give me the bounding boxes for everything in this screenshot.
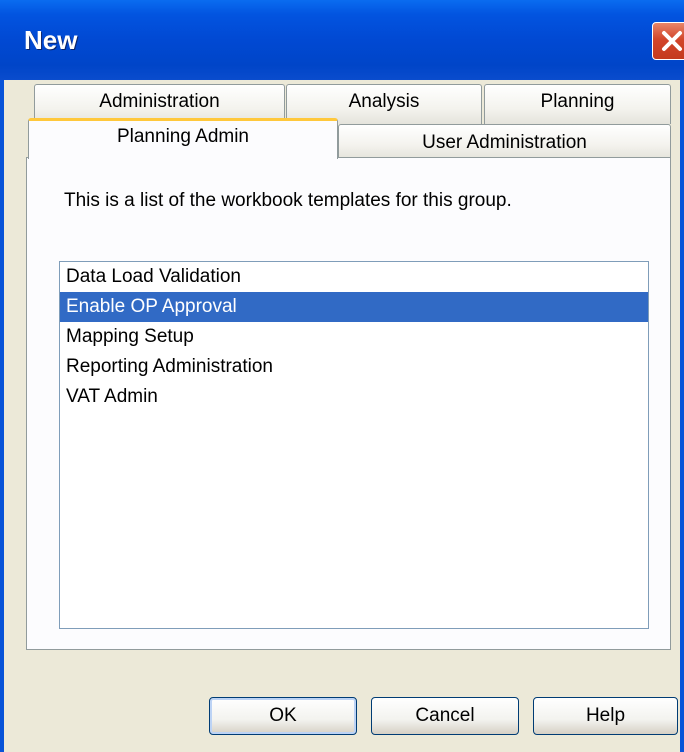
tab-label: Planning — [540, 91, 615, 112]
help-button[interactable]: Help — [533, 697, 678, 735]
close-button[interactable] — [652, 22, 684, 60]
title-bar: New — [0, 0, 684, 80]
template-list[interactable]: Data Load Validation Enable OP Approval … — [59, 261, 649, 629]
list-item[interactable]: Mapping Setup — [60, 322, 648, 352]
window-title: New — [24, 25, 78, 55]
list-item[interactable]: Data Load Validation — [60, 262, 648, 292]
tab-label: Administration — [99, 91, 220, 112]
tab-planning-admin[interactable]: Planning Admin — [28, 118, 338, 159]
list-item-selected[interactable]: Enable OP Approval — [60, 292, 648, 322]
cancel-button[interactable]: Cancel — [371, 697, 519, 735]
tab-label: Planning Admin — [116, 126, 250, 147]
panel-description: This is a list of the workbook templates… — [64, 190, 512, 211]
tab-label: User Administration — [422, 132, 587, 153]
tab-planning[interactable]: Planning — [484, 84, 671, 124]
tab-label: Analysis — [348, 91, 420, 112]
window-frame-left — [0, 80, 4, 752]
list-item[interactable]: VAT Admin — [60, 382, 648, 412]
tab-user-administration[interactable]: User Administration — [338, 124, 671, 158]
ok-button[interactable]: OK — [209, 697, 357, 735]
close-icon — [662, 31, 682, 51]
list-item[interactable]: Reporting Administration — [60, 352, 648, 382]
window-frame-right — [680, 80, 684, 752]
